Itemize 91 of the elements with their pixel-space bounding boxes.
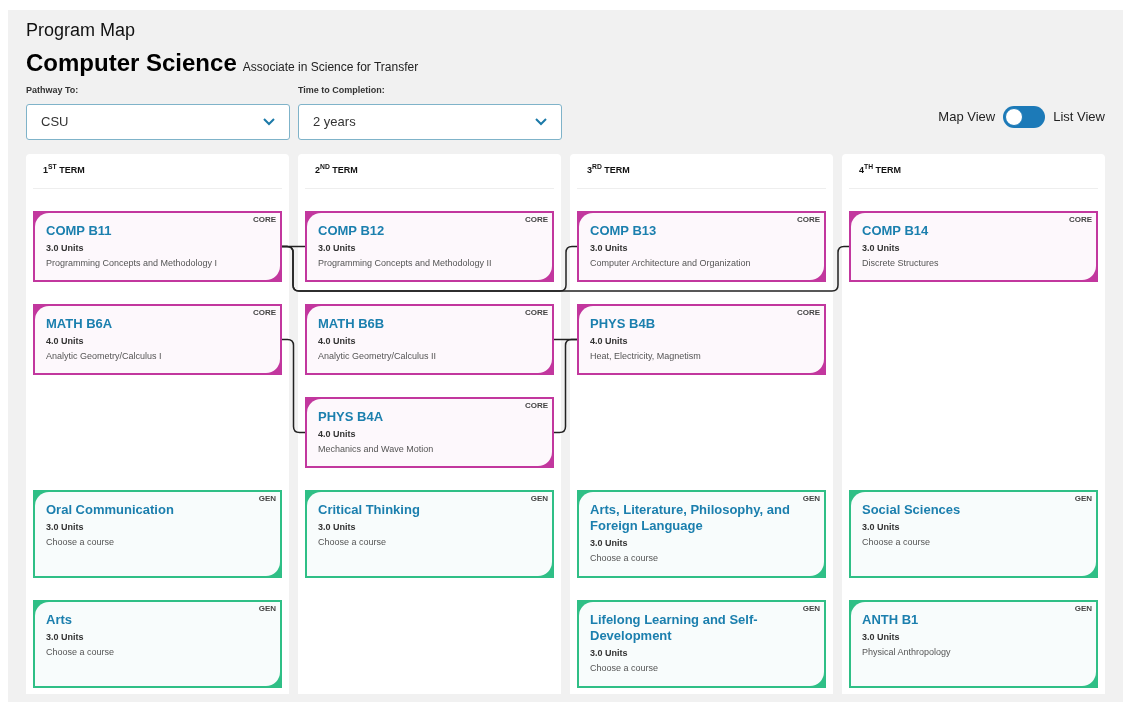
- course-description: Physical Anthropology: [862, 645, 952, 658]
- chevron-down-icon: [535, 117, 547, 126]
- course-tag: CORE: [796, 307, 820, 318]
- course-units: 3.0 Units: [46, 520, 85, 533]
- course-units: 3.0 Units: [318, 520, 357, 533]
- degree-type: Associate in Science for Transfer: [242, 59, 419, 76]
- course-description: Programming Concepts and Methodology I: [46, 256, 219, 269]
- field-label: Pathway To:: [26, 84, 80, 97]
- course-card[interactable]: CORE MATH B6B 4.0 Units Analytic Geometry/Calculus II: [305, 303, 554, 375]
- course-title: Oral Communication: [46, 501, 175, 518]
- term-heading: 3$^{RD}$ TERM: [586, 163, 630, 177]
- course-tag: GEN: [802, 603, 820, 614]
- course-description: Computer Architecture and Organization: [590, 256, 752, 269]
- course-units: 4.0 Units: [318, 334, 357, 347]
- course-card[interactable]: CORE COMP B14 3.0 Units Discrete Structures: [849, 210, 1098, 282]
- course-tag: CORE: [796, 214, 820, 225]
- course-card[interactable]: CORE PHYS B4A 4.0 Units Mechanics and Wave Motion: [305, 396, 554, 468]
- course-units: 3.0 Units: [318, 241, 357, 254]
- course-tag: GEN: [802, 493, 820, 504]
- course-card[interactable]: GEN Social Sciences 3.0 Units Choose a course: [849, 489, 1098, 578]
- course-units: 3.0 Units: [862, 520, 901, 533]
- course-title: Arts: [46, 611, 73, 628]
- course-tag: CORE: [252, 214, 276, 225]
- course-card[interactable]: GEN Oral Communication 3.0 Units Choose a course: [33, 489, 282, 578]
- course-card[interactable]: GEN Lifelong Learning and Self-Development 3.0 Units Choose a course: [577, 599, 826, 688]
- course-description: Analytic Geometry/Calculus II: [318, 349, 438, 362]
- page-title: Program Map: [26, 19, 137, 42]
- course-units: 3.0 Units: [590, 646, 629, 659]
- course-tag: GEN: [1074, 603, 1092, 614]
- course-title: MATH B6B: [318, 315, 386, 332]
- course-card[interactable]: GEN ANTH B1 3.0 Units Physical Anthropology: [849, 599, 1098, 688]
- course-title: MATH B6A: [46, 315, 114, 332]
- course-units: 3.0 Units: [46, 630, 85, 643]
- course-title: Critical Thinking: [318, 501, 421, 518]
- view-toggle-switch[interactable]: [1003, 105, 1046, 128]
- course-units: 3.0 Units: [46, 241, 85, 254]
- course-tag: GEN: [258, 493, 276, 504]
- course-card[interactable]: GEN Arts 3.0 Units Choose a course: [33, 599, 282, 688]
- course-card[interactable]: CORE PHYS B4B 4.0 Units Heat, Electricity, Magnetism: [577, 303, 826, 375]
- term-heading: 4$^{TH}$ TERM: [858, 163, 901, 177]
- course-title: PHYS B4B: [590, 315, 657, 332]
- course-tag: CORE: [524, 307, 548, 318]
- course-description: Choose a course: [46, 645, 116, 658]
- course-units: 3.0 Units: [590, 536, 629, 549]
- course-title: Lifelong Learning and Self-Development: [590, 611, 759, 644]
- course-description: Choose a course: [590, 551, 660, 564]
- course-card[interactable]: GEN Critical Thinking 3.0 Units Choose a course: [305, 489, 554, 578]
- course-tag: GEN: [258, 603, 276, 614]
- course-card[interactable]: CORE COMP B13 3.0 Units Computer Architecture and Organization: [577, 210, 826, 282]
- course-tag: GEN: [530, 493, 548, 504]
- course-title: COMP B13: [590, 222, 658, 239]
- program-name: Computer Science: [26, 48, 237, 78]
- course-description: Analytic Geometry/Calculus I: [46, 349, 163, 362]
- course-title: COMP B11: [46, 222, 113, 239]
- term-heading: 2$^{ND}$ TERM: [314, 163, 358, 177]
- course-tag: CORE: [252, 307, 276, 318]
- course-tag: CORE: [524, 214, 548, 225]
- course-title: Social Sciences: [862, 501, 962, 518]
- course-title: PHYS B4A: [318, 408, 385, 425]
- toggle-label: List View: [1053, 107, 1105, 126]
- course-description: Choose a course: [862, 535, 932, 548]
- field-label: Time to Completion:: [298, 84, 386, 97]
- course-card[interactable]: CORE MATH B6A 4.0 Units Analytic Geometry/Calculus I: [33, 303, 282, 375]
- course-units: 3.0 Units: [862, 630, 901, 643]
- course-units: 4.0 Units: [590, 334, 629, 347]
- course-title: COMP B14: [862, 222, 930, 239]
- course-title: Arts, Literature, Philosophy, and Foreign Language: [590, 501, 791, 534]
- course-description: Heat, Electricity, Magnetism: [590, 349, 702, 362]
- course-tag: CORE: [524, 400, 548, 411]
- course-description: Discrete Structures: [862, 256, 940, 269]
- course-units: 4.0 Units: [46, 334, 85, 347]
- dropdown[interactable]: CSU: [26, 103, 290, 140]
- course-description: Choose a course: [318, 535, 388, 548]
- course-title: ANTH B1: [862, 611, 920, 628]
- dropdown[interactable]: 2 years: [298, 103, 562, 140]
- toggle-label: Map View: [938, 107, 996, 126]
- course-tag: CORE: [1068, 214, 1092, 225]
- course-card[interactable]: CORE COMP B11 3.0 Units Programming Concepts and Methodology I: [33, 210, 282, 282]
- course-description: Choose a course: [46, 535, 116, 548]
- course-tag: GEN: [1074, 493, 1092, 504]
- course-description: Mechanics and Wave Motion: [318, 442, 435, 455]
- course-description: Choose a course: [590, 661, 660, 674]
- chevron-down-icon: [263, 117, 275, 126]
- course-card[interactable]: GEN Arts, Literature, Philosophy, and Foreign Language 3.0 Units Choose a course: [577, 489, 826, 578]
- course-units: 3.0 Units: [862, 241, 901, 254]
- course-title: COMP B12: [318, 222, 386, 239]
- course-units: 3.0 Units: [590, 241, 629, 254]
- course-card[interactable]: CORE COMP B12 3.0 Units Programming Concepts and Methodology II: [305, 210, 554, 282]
- course-description: Programming Concepts and Methodology II: [318, 256, 493, 269]
- term-heading: 1$^{ST}$ TERM: [42, 163, 85, 177]
- course-units: 4.0 Units: [318, 427, 357, 440]
